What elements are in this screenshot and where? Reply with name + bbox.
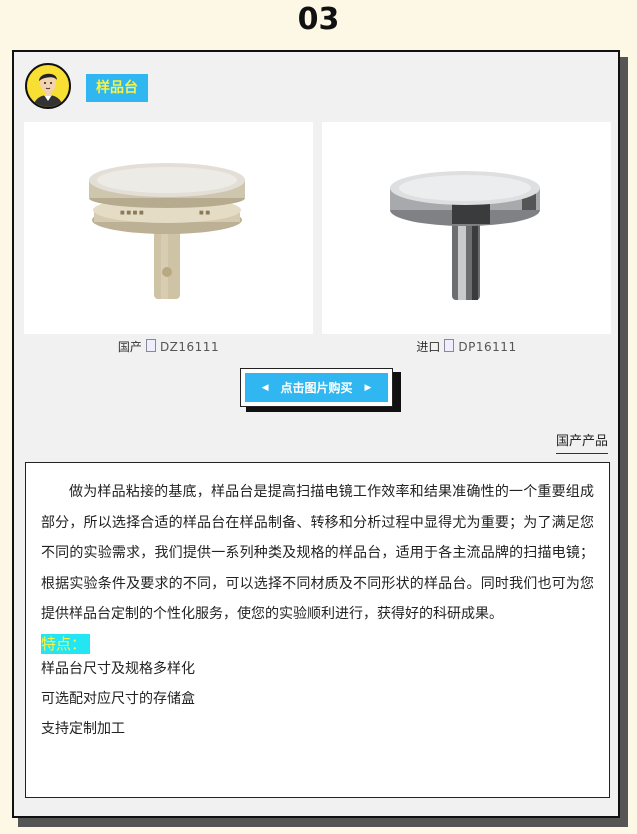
- feature-item: 可选配对应尺寸的存储盒: [41, 690, 195, 707]
- feature-item: 样品台尺寸及规格多样化: [41, 660, 195, 677]
- buy-button[interactable]: ◀ 点击图片购买 ▶: [240, 368, 393, 407]
- description-text: 做为样品粘接的基底，样品台是提高扫描电镜工作效率和结果准确性的一个重要组成部分，…: [41, 484, 594, 622]
- buy-button-label: 点击图片购买: [280, 381, 353, 395]
- imported-stub-photo[interactable]: [322, 122, 611, 334]
- imported-caption: 进口 DP16111: [322, 338, 611, 355]
- svg-text:■ ■: ■ ■: [199, 210, 210, 216]
- domestic-products-heading: 国产产品: [555, 430, 608, 454]
- svg-text:■ ■ ■ ■: ■ ■ ■ ■: [120, 210, 144, 216]
- section-number: 03: [297, 2, 340, 37]
- title-tag: 样品台: [86, 74, 148, 102]
- right-arrow-icon: ▶: [364, 382, 372, 393]
- domestic-stub-photo[interactable]: ■ ■ ■ ■ ■ ■: [24, 122, 313, 334]
- document-icon: [145, 339, 156, 352]
- document-icon: [444, 339, 455, 352]
- domestic-product-code: DZ16111: [159, 340, 220, 354]
- imported-product-code: DP16111: [458, 340, 517, 354]
- description-box: 做为样品粘接的基底，样品台是提高扫描电镜工作效率和结果准确性的一个重要组成部分，…: [25, 462, 610, 798]
- product-card: 样品台 ■ ■ ■ ■ ■ ■ 国产 DZ16111 进口 DP16111 ◀ …: [12, 50, 620, 818]
- left-arrow-icon: ◀: [261, 382, 269, 393]
- domestic-origin-label: 国产: [117, 340, 142, 354]
- domestic-caption: 国产 DZ16111: [24, 338, 313, 355]
- avatar: [25, 63, 71, 109]
- imported-origin-label: 进口: [416, 340, 441, 354]
- feature-item: 支持定制加工: [41, 720, 125, 737]
- features-label: 特点：: [41, 633, 91, 654]
